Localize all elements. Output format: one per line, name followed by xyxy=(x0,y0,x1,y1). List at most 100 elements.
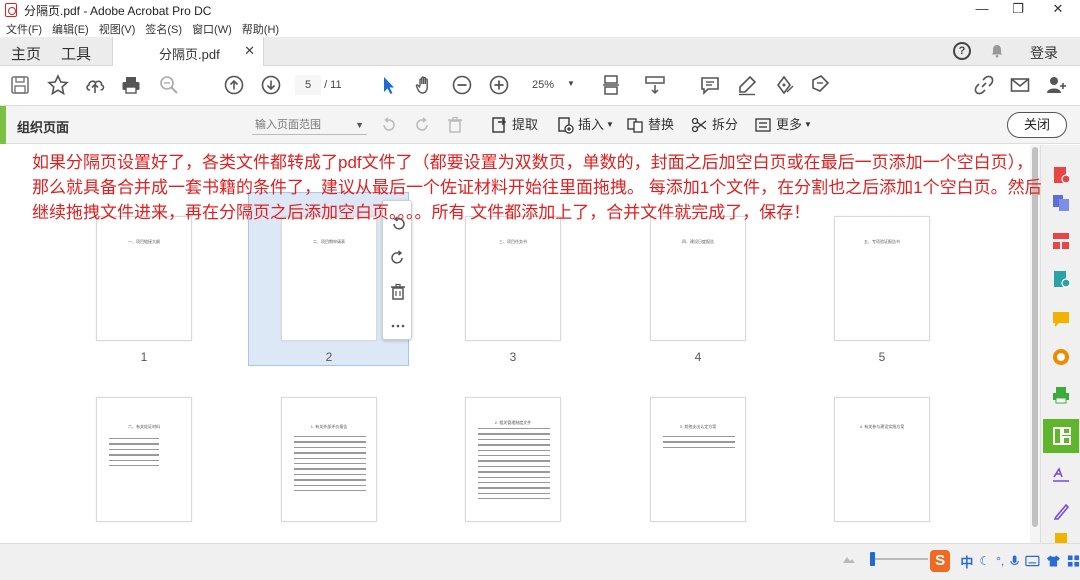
print-icon[interactable] xyxy=(119,74,143,98)
bell-icon[interactable] xyxy=(990,44,1004,58)
thumbnail-title: 六、有关佐证材料 xyxy=(128,424,160,429)
instruction-annotation: 如果分隔页设置好了，各类文件都转成了pdf文件了（都要设置为双数页，单数的，封面… xyxy=(32,153,1042,222)
thumbnail-title: 五、专项验证报告书 xyxy=(864,239,900,244)
fill-sign-icon[interactable] xyxy=(1051,463,1071,483)
create-pdf-icon[interactable] xyxy=(1051,165,1071,185)
punctuation-icon[interactable]: °, xyxy=(996,554,1004,568)
thumbnail-title: 二、项目期申请表 xyxy=(313,239,345,244)
comment-tool-icon[interactable] xyxy=(1051,309,1071,329)
page-number-input[interactable] xyxy=(295,75,321,95)
window-title: 分隔页.pdf - Adobe Acrobat Pro DC xyxy=(24,3,212,18)
skin-shirt-icon[interactable] xyxy=(1046,554,1061,568)
scroll-mode-icon[interactable] xyxy=(643,74,667,98)
stamp-tool-icon[interactable] xyxy=(1051,347,1071,367)
tab-document-label: 分隔页.pdf xyxy=(159,47,220,62)
close-organize-button[interactable]: 关闭 xyxy=(1007,112,1067,138)
insert-page-icon xyxy=(558,117,574,134)
page-thumbnail-2[interactable]: 二、项目期申请表 xyxy=(281,216,377,341)
minimize-button[interactable]: — xyxy=(964,0,1000,20)
menu-view[interactable]: 视图(V) xyxy=(99,21,136,37)
page-thumbnail-9[interactable]: 3. 其他支出认定方案 xyxy=(650,397,746,522)
ime-language[interactable]: 中 xyxy=(960,552,973,571)
replace-button[interactable]: 替换 xyxy=(626,114,674,136)
save-icon[interactable] xyxy=(8,74,32,98)
page-thumbnail-3[interactable]: 三、项目任务书 xyxy=(465,216,561,341)
stamp-edit-icon[interactable] xyxy=(808,74,832,98)
tab-tools[interactable]: 工具 xyxy=(61,43,91,64)
organize-pages-active[interactable] xyxy=(1043,419,1079,453)
login-button[interactable]: 登录 xyxy=(1030,43,1058,63)
menu-edit[interactable]: 编辑(E) xyxy=(52,21,89,37)
page-range-placeholder: 输入页面范围 xyxy=(255,119,321,131)
extract-button[interactable]: 提取 xyxy=(490,114,538,136)
keyboard-icon[interactable] xyxy=(1025,555,1040,567)
zoom-in-icon[interactable] xyxy=(487,74,511,98)
page-thumbnail-7[interactable]: 1. 有关外部评价报告 xyxy=(281,397,377,522)
chevron-down-icon: ▼ xyxy=(804,120,812,129)
more-button[interactable]: 更多 ▼ xyxy=(754,114,812,136)
page-thumbnail-4[interactable]: 四、建设日度报告 xyxy=(650,216,746,341)
delete-icon[interactable] xyxy=(446,114,468,136)
page-thumbnail-10[interactable]: 4. 有关参与建设实践方案 xyxy=(834,397,930,522)
close-window-button[interactable]: ✕ xyxy=(1040,0,1076,20)
moon-icon[interactable]: ☾ xyxy=(979,554,990,568)
sogou-logo[interactable]: S xyxy=(930,550,951,572)
page-number-label: 4 xyxy=(694,350,702,364)
edit-signature-icon[interactable] xyxy=(1051,501,1071,521)
close-tab-icon[interactable]: ✕ xyxy=(244,43,255,59)
page-number-label: 3 xyxy=(509,350,517,364)
export-pdf-icon[interactable] xyxy=(1051,269,1071,289)
sign-pen-icon[interactable] xyxy=(772,74,796,98)
page-range-select[interactable]: 输入页面范围 ▼ xyxy=(252,115,367,135)
page-thumbnail-8[interactable]: 2. 相关管理制度文件 xyxy=(465,397,561,522)
chevron-down-icon: ▼ xyxy=(355,120,364,130)
undo-icon[interactable] xyxy=(380,114,402,136)
menu-bar: 文件(F) 编辑(E) 视图(V) 签名(S) 窗口(W) 帮助(H) xyxy=(0,20,1080,37)
mail-icon[interactable] xyxy=(1008,74,1032,98)
menu-help[interactable]: 帮助(H) xyxy=(242,21,279,37)
add-user-icon[interactable] xyxy=(1044,74,1068,98)
zoom-search-icon[interactable] xyxy=(157,74,181,98)
thumbnail-title: 一、项目链接大纲 xyxy=(128,239,160,244)
hand-tool-icon[interactable] xyxy=(413,74,437,98)
replace-icon xyxy=(627,118,643,133)
menu-file[interactable]: 文件(F) xyxy=(6,21,42,37)
organize-pages-icon[interactable] xyxy=(1051,231,1071,251)
page-thumbnail-1[interactable]: 一、项目链接大纲 xyxy=(96,216,192,341)
maximize-button[interactable]: ❐ xyxy=(1000,0,1036,20)
menu-sign[interactable]: 签名(S) xyxy=(145,21,182,37)
grid-menu-icon[interactable] xyxy=(1067,554,1080,568)
split-icon xyxy=(691,117,707,133)
comment-icon[interactable] xyxy=(698,74,722,98)
microphone-icon[interactable] xyxy=(1010,554,1020,568)
insert-button[interactable]: 插入 ▼ xyxy=(556,114,614,136)
page-fit-icon[interactable] xyxy=(597,74,627,98)
trash-icon[interactable] xyxy=(389,283,407,301)
more-options-icon[interactable] xyxy=(389,317,407,335)
split-label: 拆分 xyxy=(712,117,739,132)
tab-document[interactable]: 分隔页.pdf ✕ xyxy=(112,37,264,67)
redo-icon[interactable] xyxy=(413,114,435,136)
zoom-select[interactable]: 25% ▼ xyxy=(520,75,578,97)
rotate-right-icon[interactable] xyxy=(389,249,407,267)
link-share-icon[interactable] xyxy=(972,74,996,98)
split-button[interactable]: 拆分 xyxy=(690,114,738,136)
more-tools-icon[interactable] xyxy=(1051,531,1071,543)
combine-files-icon[interactable] xyxy=(1051,193,1071,213)
zoom-value: 25% xyxy=(532,79,555,91)
zoom-out-icon[interactable] xyxy=(450,74,474,98)
menu-window[interactable]: 窗口(W) xyxy=(192,21,232,37)
highlight-pen-icon[interactable] xyxy=(735,74,759,98)
page-down-icon[interactable] xyxy=(259,74,283,98)
tab-home[interactable]: 主页 xyxy=(11,43,41,64)
cloud-upload-icon[interactable] xyxy=(83,74,107,98)
page-thumbnail-5[interactable]: 五、专项验证报告书 xyxy=(834,216,930,341)
page-thumbnail-6[interactable]: 六、有关佐证材料 xyxy=(96,397,192,522)
select-arrow-icon[interactable] xyxy=(377,74,401,98)
page-number-label: 1 xyxy=(140,350,148,364)
print-production-icon[interactable] xyxy=(1051,385,1071,405)
page-up-icon[interactable] xyxy=(222,74,246,98)
help-icon[interactable]: ? xyxy=(953,42,971,60)
bookmark-star-icon[interactable] xyxy=(46,74,70,98)
thumbnail-size-slider[interactable] xyxy=(870,550,930,568)
